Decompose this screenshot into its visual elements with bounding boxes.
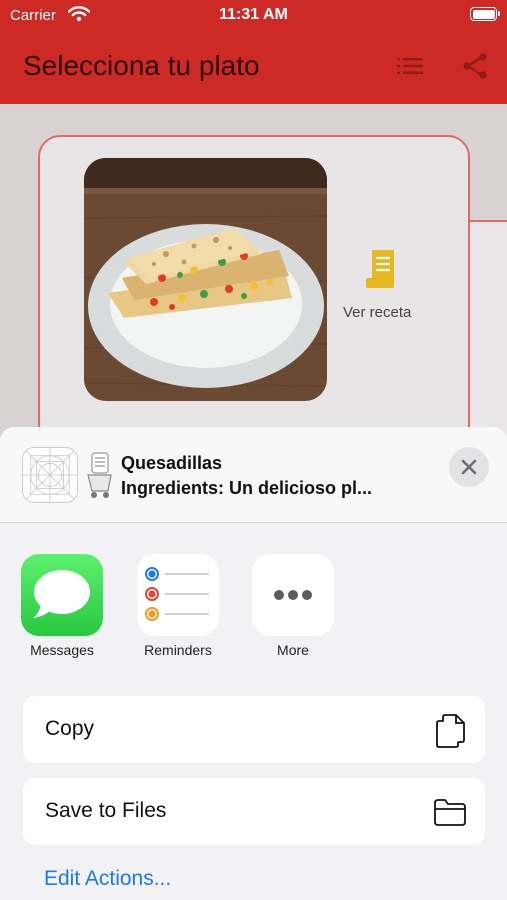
status-bar: Carrier 11:31 AM	[0, 0, 507, 32]
share-icon[interactable]	[460, 52, 490, 80]
share-app-reminders[interactable]: Reminders	[137, 554, 219, 658]
save-to-files-label: Save to Files	[45, 799, 167, 822]
cart-icon	[87, 452, 112, 498]
screen: Carrier 11:31 AM Selecciona tu plato Ver…	[0, 0, 507, 900]
receipt-icon[interactable]	[364, 248, 402, 290]
copy-action[interactable]: Copy	[23, 696, 485, 763]
list-icon[interactable]	[395, 54, 425, 78]
battery-icon	[470, 7, 500, 21]
quesadillas-photo	[84, 158, 327, 401]
edit-actions-link[interactable]: Edit Actions...	[44, 867, 171, 891]
share-app-label: More	[277, 642, 309, 658]
app-icon-placeholder	[22, 447, 78, 503]
page-title: Selecciona tu plato	[23, 50, 260, 81]
share-subtitle: Ingredients: Un delicioso pl...	[121, 478, 373, 498]
close-button[interactable]	[449, 447, 489, 487]
more-icon	[252, 554, 334, 636]
share-app-messages[interactable]: Messages	[21, 554, 103, 658]
share-title: Quesadillas	[121, 453, 223, 473]
view-recipe-label[interactable]: Ver receta	[343, 304, 411, 321]
messages-icon	[21, 554, 103, 636]
share-sheet: Quesadillas Ingredients: Un delicioso pl…	[0, 427, 507, 900]
copy-action-label: Copy	[45, 717, 95, 740]
app-bar: Carrier 11:31 AM Selecciona tu plato	[0, 0, 507, 104]
share-app-label: Reminders	[144, 642, 212, 658]
status-time: 11:31 AM	[219, 6, 288, 23]
reminders-icon	[137, 554, 219, 636]
folder-icon	[434, 799, 466, 826]
save-to-files-action[interactable]: Save to Files	[23, 778, 485, 845]
share-app-more[interactable]: More	[252, 554, 334, 658]
share-sheet-header: Quesadillas Ingredients: Un delicioso pl…	[0, 427, 507, 523]
close-icon	[461, 459, 477, 475]
share-app-label: Messages	[30, 642, 94, 658]
copy-icon	[436, 714, 465, 748]
